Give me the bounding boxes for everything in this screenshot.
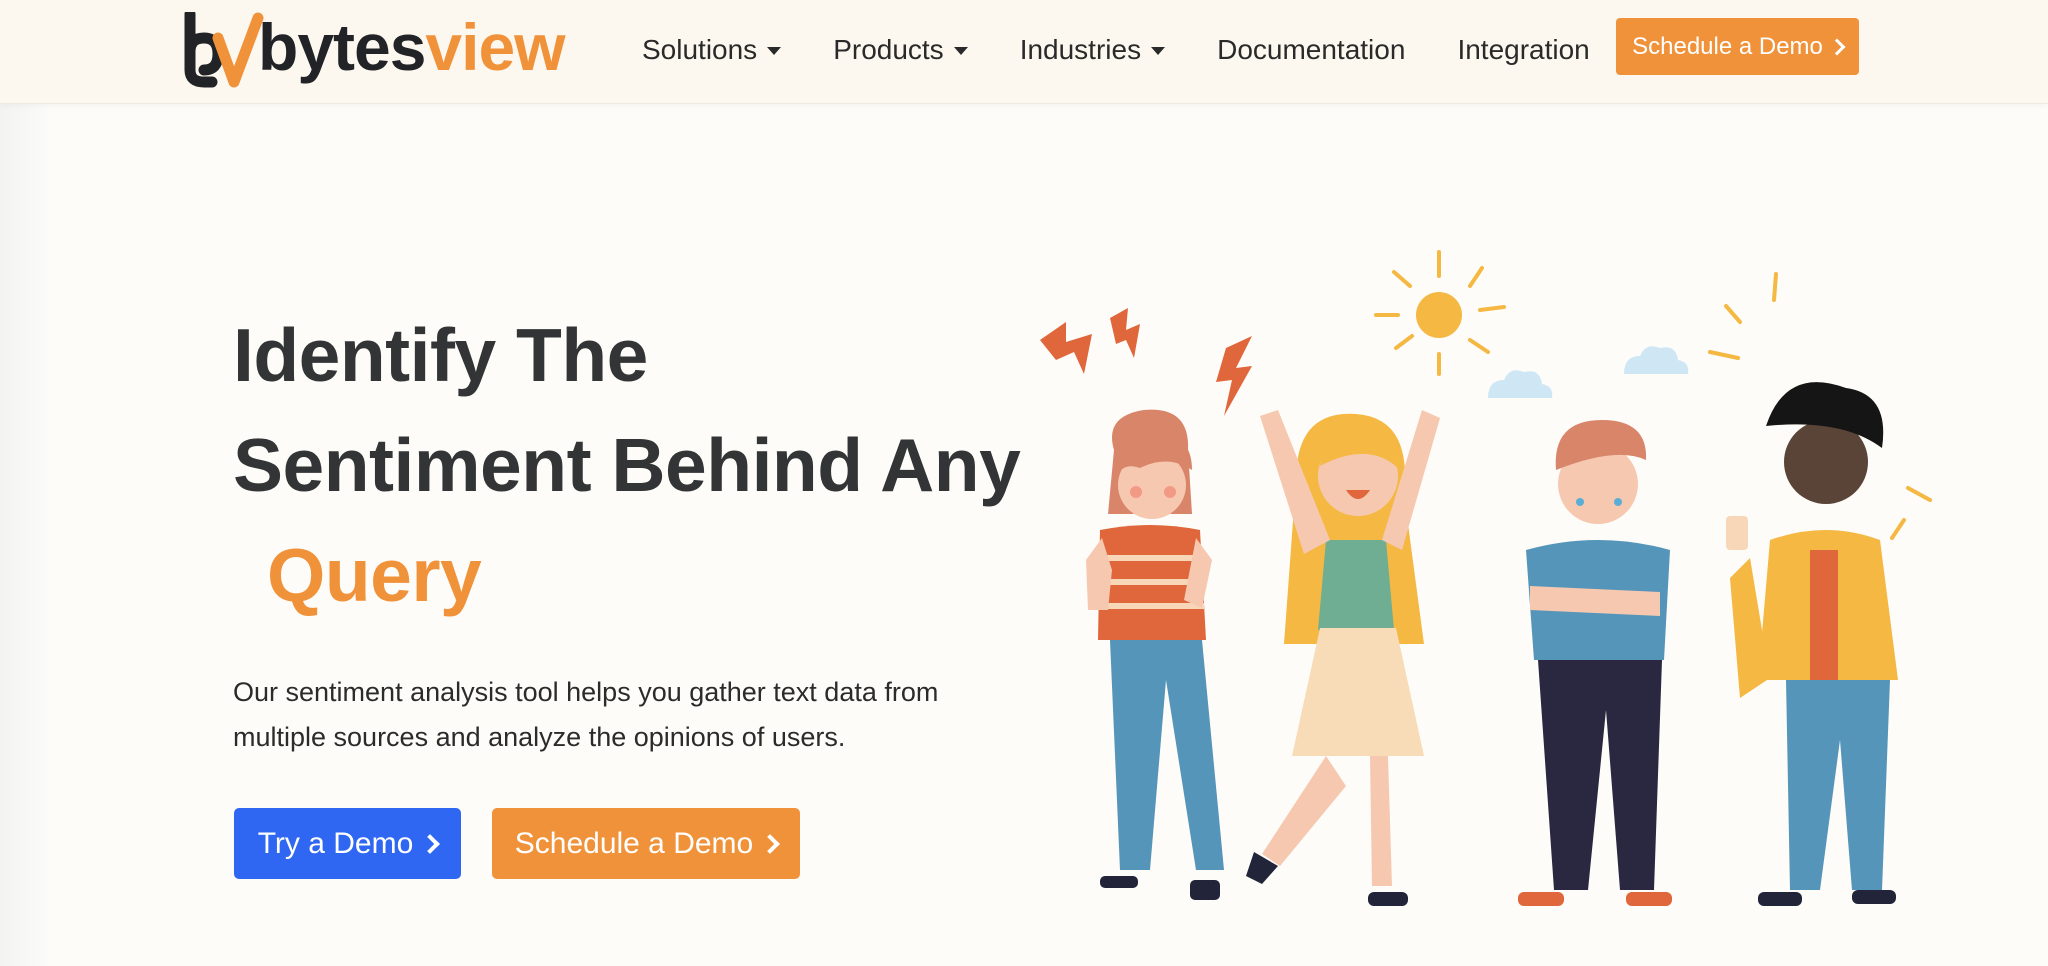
happy-person — [1246, 410, 1440, 906]
bv-logo-mark-icon — [184, 12, 264, 88]
caret-down-icon — [767, 47, 782, 55]
nav-item-products[interactable]: Products — [833, 34, 968, 66]
nav-item-documentation[interactable]: Documentation — [1217, 34, 1405, 66]
page-edge-shade — [0, 0, 48, 966]
sad-person — [1518, 420, 1672, 906]
logo-wordmark: bytesview — [258, 14, 566, 80]
chevron-right-icon — [1828, 38, 1846, 56]
nav-item-label: Integration — [1457, 34, 1590, 65]
angry-person — [1086, 409, 1224, 900]
main-nav: Solutions Products Industries Documentat… — [642, 0, 1642, 100]
logo-wordmark-bytes: bytes — [258, 10, 426, 84]
nav-schedule-demo-button[interactable]: Schedule a Demo — [1616, 18, 1859, 75]
nav-item-label: Industries — [1019, 34, 1142, 65]
lightning-icon — [1040, 308, 1252, 416]
caret-down-icon — [1151, 47, 1166, 55]
try-demo-label: Try a Demo — [257, 826, 414, 860]
caret-down-icon — [953, 47, 968, 55]
nav-item-integration[interactable]: Integration — [1457, 34, 1589, 66]
cloud-icon — [1488, 370, 1553, 398]
nav-item-industries[interactable]: Industries — [1019, 34, 1166, 66]
nav-item-solutions[interactable]: Solutions — [642, 34, 782, 66]
nav-item-label: Products — [833, 34, 944, 65]
worried-person — [1726, 382, 1898, 906]
sentiment-people-illustration — [1040, 250, 1932, 906]
cloud-icon — [1624, 346, 1689, 374]
top-navbar: bytesview Solutions Products Industries … — [0, 0, 2048, 104]
chevron-right-icon — [760, 834, 781, 854]
schedule-demo-button[interactable]: Schedule a Demo — [492, 808, 800, 879]
nav-item-label: Documentation — [1217, 34, 1406, 65]
hero-subtitle: Our sentiment analysis tool helps you ga… — [233, 677, 939, 752]
hero-title-line-2: Sentiment Behind Any — [233, 423, 1021, 507]
chevron-right-icon — [420, 834, 441, 854]
bytesview-logo[interactable]: bytesview — [184, 12, 566, 88]
logo-wordmark-view: view — [425, 10, 565, 84]
sun-icon — [1374, 250, 1506, 376]
try-demo-button[interactable]: Try a Demo — [234, 808, 461, 879]
nav-cta-label: Schedule a Demo — [1632, 32, 1823, 60]
hero-title: Identify The Sentiment Behind Any Query — [233, 300, 1021, 630]
hero-title-accent: Query — [267, 533, 482, 617]
hero-title-line-1: Identify The — [233, 313, 648, 397]
schedule-demo-label: Schedule a Demo — [514, 826, 754, 860]
nav-item-label: Solutions — [642, 34, 758, 65]
